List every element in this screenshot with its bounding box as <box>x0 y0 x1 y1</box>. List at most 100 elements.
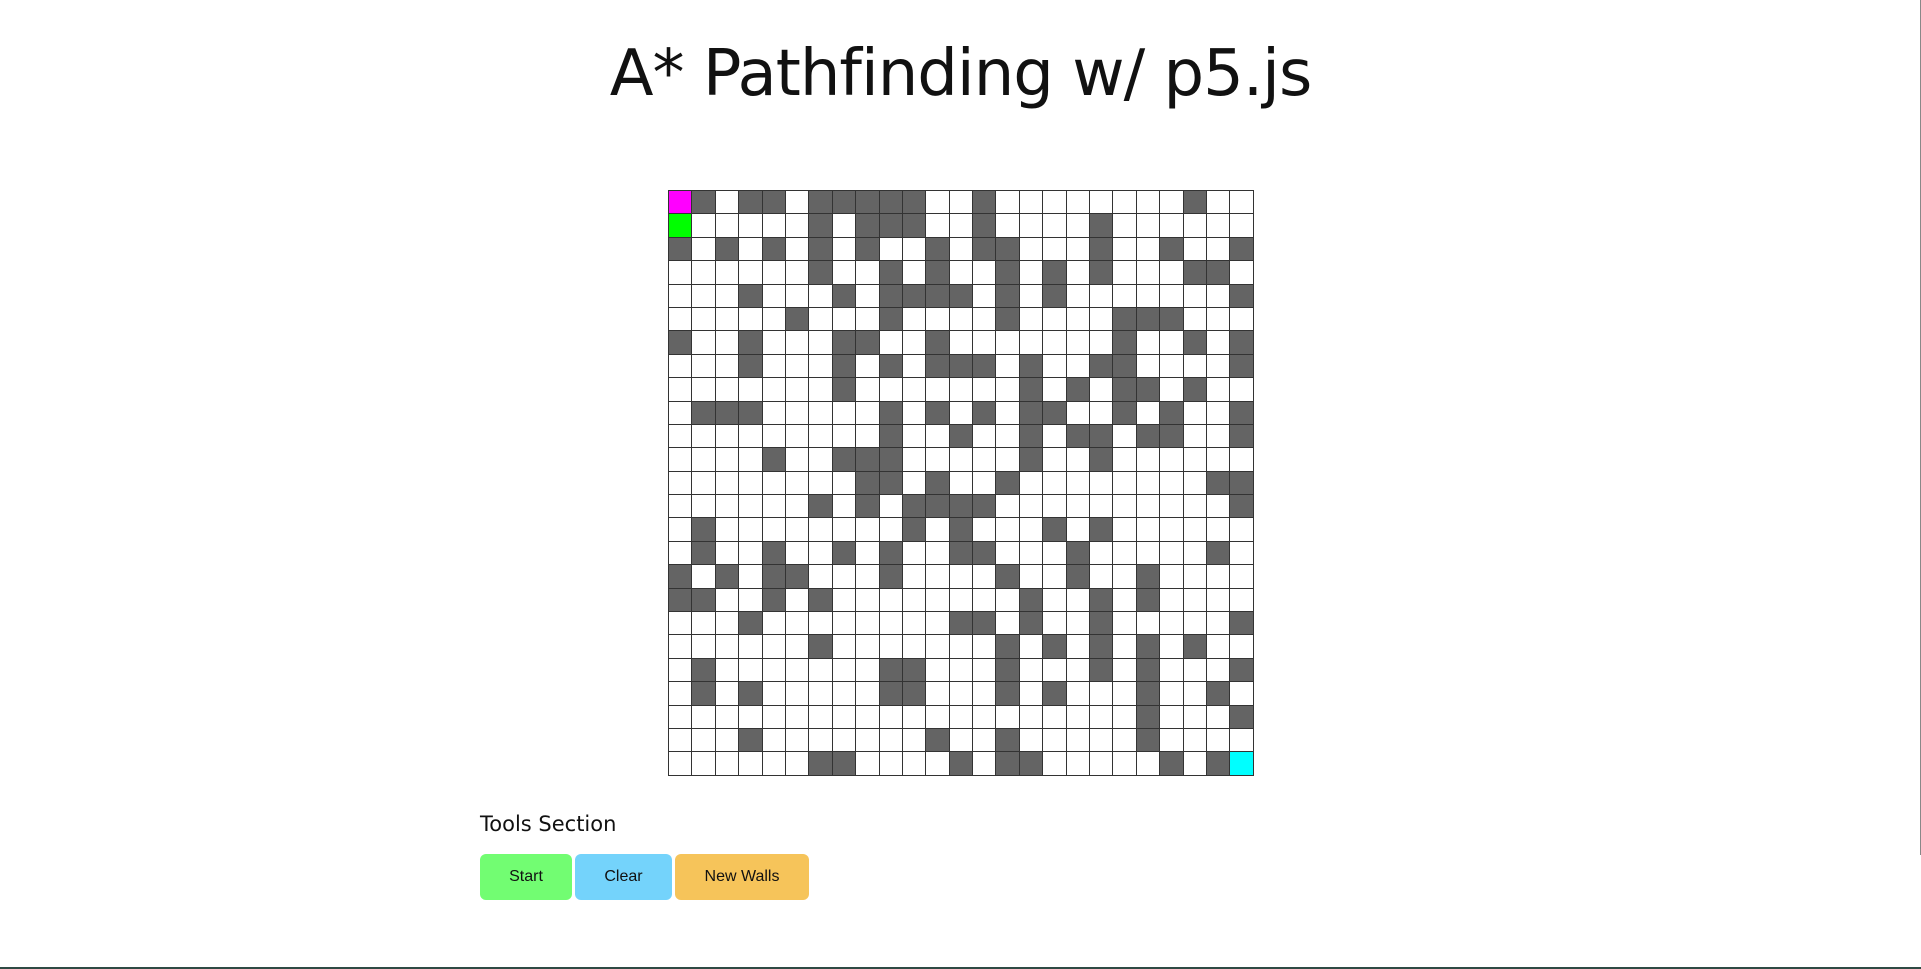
wall-cell[interactable] <box>901 213 926 237</box>
grid-cell[interactable] <box>691 564 715 588</box>
grid-cell[interactable] <box>831 260 856 284</box>
grid-cell[interactable] <box>1089 190 1113 214</box>
wall-cell[interactable] <box>901 494 926 518</box>
grid-cell[interactable] <box>1042 704 1066 728</box>
grid-cell[interactable] <box>948 704 973 728</box>
wall-cell[interactable] <box>831 751 856 775</box>
grid-cell[interactable] <box>761 213 785 237</box>
grid-cell[interactable] <box>1018 704 1043 728</box>
wall-cell[interactable] <box>1135 423 1160 448</box>
grid-cell[interactable] <box>1065 353 1090 378</box>
grid-cell[interactable] <box>668 306 692 331</box>
grid-cell[interactable] <box>761 751 785 775</box>
grid-cell[interactable] <box>1159 190 1183 214</box>
start-cell[interactable] <box>668 190 692 214</box>
wall-cell[interactable] <box>855 213 879 237</box>
grid-cell[interactable] <box>855 634 879 658</box>
grid-cell[interactable] <box>901 353 926 378</box>
grid-cell[interactable] <box>1159 377 1183 401</box>
wall-cell[interactable] <box>1135 727 1160 752</box>
wall-cell[interactable] <box>878 190 902 214</box>
grid-cell[interactable] <box>878 330 902 354</box>
wall-cell[interactable] <box>831 540 856 565</box>
wall-cell[interactable] <box>995 634 1019 658</box>
grid-cell[interactable] <box>714 587 739 612</box>
grid-cell[interactable] <box>784 681 809 705</box>
grid-cell[interactable] <box>1065 517 1090 541</box>
grid-cell[interactable] <box>1205 213 1230 237</box>
wall-cell[interactable] <box>972 494 996 518</box>
grid-cell[interactable] <box>1018 190 1043 214</box>
wall-cell[interactable] <box>925 400 949 424</box>
grid-cell[interactable] <box>948 587 973 612</box>
grid-cell[interactable] <box>1159 540 1183 565</box>
grid-cell[interactable] <box>831 494 856 518</box>
grid-cell[interactable] <box>1089 564 1113 588</box>
grid-cell[interactable] <box>1042 540 1066 565</box>
grid-cell[interactable] <box>691 727 715 752</box>
grid-cell[interactable] <box>1112 704 1136 728</box>
grid-cell[interactable] <box>995 400 1019 424</box>
wall-cell[interactable] <box>1135 377 1160 401</box>
grid-cell[interactable] <box>995 540 1019 565</box>
grid-cell[interactable] <box>1018 517 1043 541</box>
grid-cell[interactable] <box>714 470 739 495</box>
grid-cell[interactable] <box>1089 377 1113 401</box>
grid-cell[interactable] <box>831 611 856 635</box>
grid-cell[interactable] <box>948 260 973 284</box>
grid-cell[interactable] <box>761 283 785 307</box>
grid-cell[interactable] <box>784 213 809 237</box>
grid-cell[interactable] <box>1089 306 1113 331</box>
grid-cell[interactable] <box>761 704 785 728</box>
wall-cell[interactable] <box>878 213 902 237</box>
grid-cell[interactable] <box>1042 564 1066 588</box>
wall-cell[interactable] <box>878 260 902 284</box>
grid-cell[interactable] <box>995 330 1019 354</box>
wall-cell[interactable] <box>808 634 832 658</box>
grid-cell[interactable] <box>995 447 1019 471</box>
grid-cell[interactable] <box>1229 447 1253 471</box>
grid-cell[interactable] <box>1182 704 1206 728</box>
grid-cell[interactable] <box>855 657 879 682</box>
grid-cell[interactable] <box>761 657 785 682</box>
grid-cell[interactable] <box>761 470 785 495</box>
wall-cell[interactable] <box>1089 587 1113 612</box>
grid-cell[interactable] <box>691 704 715 728</box>
grid-cell[interactable] <box>1089 540 1113 565</box>
grid-cell[interactable] <box>972 657 996 682</box>
wall-cell[interactable] <box>855 447 879 471</box>
grid-cell[interactable] <box>1135 470 1160 495</box>
wall-cell[interactable] <box>878 470 902 495</box>
wall-cell[interactable] <box>1229 494 1253 518</box>
wall-cell[interactable] <box>1018 447 1043 471</box>
grid-cell[interactable] <box>668 611 692 635</box>
grid-cell[interactable] <box>831 400 856 424</box>
wall-cell[interactable] <box>1089 353 1113 378</box>
grid-cell[interactable] <box>972 517 996 541</box>
wall-cell[interactable] <box>808 213 832 237</box>
grid-cell[interactable] <box>808 377 832 401</box>
grid-cell[interactable] <box>948 400 973 424</box>
grid-cell[interactable] <box>1229 681 1253 705</box>
grid-cell[interactable] <box>995 353 1019 378</box>
grid-cell[interactable] <box>1065 494 1090 518</box>
grid-cell[interactable] <box>948 330 973 354</box>
grid-cell[interactable] <box>714 727 739 752</box>
grid-cell[interactable] <box>808 283 832 307</box>
grid-cell[interactable] <box>1205 236 1230 261</box>
wall-cell[interactable] <box>972 540 996 565</box>
grid-cell[interactable] <box>831 423 856 448</box>
wall-cell[interactable] <box>1018 400 1043 424</box>
grid-cell[interactable] <box>925 681 949 705</box>
grid-cell[interactable] <box>972 681 996 705</box>
grid-cell[interactable] <box>691 260 715 284</box>
wall-cell[interactable] <box>855 330 879 354</box>
grid-cell[interactable] <box>1135 190 1160 214</box>
grid-cell[interactable] <box>948 657 973 682</box>
grid-cell[interactable] <box>784 611 809 635</box>
grid-cell[interactable] <box>1182 283 1206 307</box>
grid-cell[interactable] <box>1112 634 1136 658</box>
wall-cell[interactable] <box>691 400 715 424</box>
grid-cell[interactable] <box>1205 423 1230 448</box>
wall-cell[interactable] <box>1112 400 1136 424</box>
